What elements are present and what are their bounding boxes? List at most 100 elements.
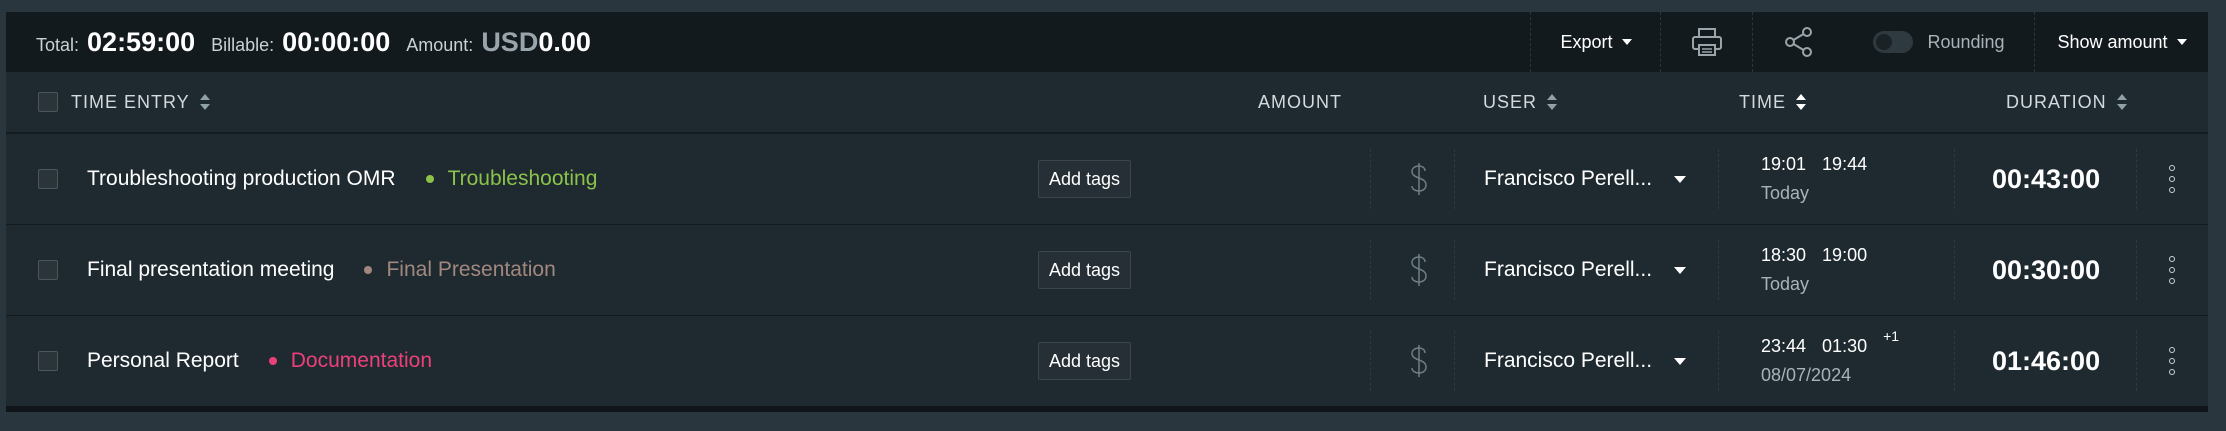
select-all-checkbox[interactable] — [38, 72, 58, 132]
column-header-duration[interactable]: DURATION — [2006, 72, 2127, 132]
printer-icon — [1692, 28, 1722, 56]
table-row: Personal Report Documentation Add tags F… — [6, 316, 2208, 412]
project-name[interactable]: Documentation — [291, 349, 432, 373]
entry-duration[interactable]: 00:43:00 — [1992, 164, 2100, 195]
amount-number: 0.00 — [538, 26, 591, 57]
row-checkbox[interactable] — [38, 225, 58, 315]
start-time[interactable]: 23:44 — [1761, 336, 1806, 357]
table-row: Troubleshooting production OMR Troublesh… — [6, 134, 2208, 226]
more-actions-button[interactable] — [2169, 225, 2175, 315]
column-header-time-entry[interactable]: TIME ENTRY — [71, 72, 210, 132]
kebab-menu-icon — [2169, 165, 2175, 193]
chevron-down-icon — [1674, 175, 1687, 183]
dollar-icon — [1411, 254, 1427, 286]
duration-cell[interactable]: 00:43:00 — [1992, 134, 2100, 224]
divider — [1718, 149, 1719, 209]
entry-date[interactable]: Today — [1761, 183, 1809, 204]
billable-toggle[interactable] — [1409, 225, 1429, 315]
column-header-time[interactable]: TIME — [1739, 72, 1806, 132]
dollar-icon — [1411, 345, 1427, 377]
rounding-switch[interactable] — [1873, 31, 1914, 53]
user-select[interactable]: Francisco Perell... — [1484, 225, 1687, 315]
amount-header-label: AMOUNT — [1258, 91, 1342, 112]
end-time[interactable]: 01:30 — [1822, 336, 1867, 357]
day-offset-badge: +1 — [1883, 328, 1900, 344]
entry-description[interactable]: Final presentation meeting — [87, 258, 334, 282]
entry-description[interactable]: Personal Report — [87, 349, 239, 373]
project-color-dot — [425, 175, 434, 183]
project-name[interactable]: Final Presentation — [386, 258, 555, 282]
time-range[interactable]: 23:44 01:30 +1 08/07/2024 — [1761, 316, 1915, 406]
row-checkbox[interactable] — [38, 134, 58, 224]
total-label: Total: — [36, 34, 80, 55]
end-time[interactable]: 19:44 — [1822, 154, 1867, 175]
checkbox[interactable] — [38, 92, 58, 112]
add-tags-button[interactable]: Add tags — [1038, 251, 1132, 289]
kebab-menu-icon — [2169, 256, 2175, 284]
user-select[interactable]: Francisco Perell... — [1484, 134, 1687, 224]
totals: Total: 02:59:00 Billable: 00:00:00 Amoun… — [6, 27, 607, 58]
entry-description-cell[interactable]: Personal Report Documentation — [87, 316, 432, 406]
amount-currency: USD — [481, 26, 539, 57]
user-header-label: USER — [1483, 91, 1538, 112]
duration-cell[interactable]: 01:46:00 — [1992, 316, 2100, 406]
dollar-icon — [1411, 163, 1427, 195]
total-value: 02:59:00 — [87, 26, 196, 57]
end-time[interactable]: 19:00 — [1822, 245, 1867, 266]
entry-date[interactable]: 08/07/2024 — [1761, 365, 1851, 386]
billable-toggle[interactable] — [1409, 134, 1429, 224]
add-tags-button[interactable]: Add tags — [1038, 342, 1132, 380]
row-checkbox[interactable] — [38, 316, 58, 406]
divider — [1954, 149, 1955, 209]
add-tags-cell: Add tags — [1038, 225, 1132, 315]
entry-date[interactable]: Today — [1761, 274, 1809, 295]
divider — [1718, 331, 1719, 391]
entry-description[interactable]: Troubleshooting production OMR — [87, 167, 396, 191]
entry-description-cell[interactable]: Troubleshooting production OMR Troublesh… — [87, 134, 597, 224]
column-header-user[interactable]: USER — [1483, 72, 1558, 132]
time-range-values: 19:01 19:44 — [1761, 154, 1883, 175]
user-name: Francisco Perell... — [1484, 349, 1653, 372]
checkbox[interactable] — [38, 169, 58, 189]
more-actions-button[interactable] — [2169, 134, 2175, 224]
sort-icon — [2116, 94, 2127, 110]
more-actions-button[interactable] — [2169, 316, 2175, 406]
divider — [1454, 240, 1455, 300]
export-button[interactable]: Export — [1530, 12, 1661, 72]
add-tags-cell: Add tags — [1038, 316, 1132, 406]
checkbox[interactable] — [38, 260, 58, 280]
print-button[interactable] — [1660, 12, 1753, 72]
divider — [1370, 240, 1371, 300]
entry-duration[interactable]: 00:30:00 — [1992, 255, 2100, 286]
chevron-down-icon — [2176, 39, 2187, 45]
time-range[interactable]: 18:30 19:00 Today — [1761, 225, 1883, 315]
divider — [1454, 331, 1455, 391]
add-tags-button[interactable]: Add tags — [1038, 160, 1132, 198]
checkbox[interactable] — [38, 351, 58, 371]
start-time[interactable]: 19:01 — [1761, 154, 1806, 175]
add-tags-cell: Add tags — [1038, 134, 1132, 224]
show-amount-dropdown[interactable]: Show amount — [2034, 12, 2209, 72]
project-color-dot — [268, 357, 277, 365]
user-select[interactable]: Francisco Perell... — [1484, 316, 1687, 406]
time-range-values: 18:30 19:00 — [1761, 245, 1883, 266]
time-range[interactable]: 19:01 19:44 Today — [1761, 134, 1883, 224]
chevron-down-icon — [1621, 39, 1632, 45]
divider — [1954, 331, 1955, 391]
user-name: Francisco Perell... — [1484, 167, 1653, 190]
rounding-toggle[interactable]: Rounding — [1844, 12, 2034, 72]
project-name[interactable]: Troubleshooting — [448, 167, 598, 191]
entry-duration[interactable]: 01:46:00 — [1992, 346, 2100, 377]
sort-icon — [1796, 94, 1806, 110]
start-time[interactable]: 18:30 — [1761, 245, 1806, 266]
sort-icon — [199, 94, 210, 110]
amount-value: USD0.00 — [481, 27, 591, 58]
amount-label: Amount: — [406, 34, 474, 55]
share-button[interactable] — [1752, 12, 1845, 72]
divider — [1370, 331, 1371, 391]
billable-toggle[interactable] — [1409, 316, 1429, 406]
export-label: Export — [1560, 31, 1613, 52]
entry-description-cell[interactable]: Final presentation meeting Final Present… — [87, 225, 556, 315]
duration-cell[interactable]: 00:30:00 — [1992, 225, 2100, 315]
divider — [2136, 240, 2137, 300]
